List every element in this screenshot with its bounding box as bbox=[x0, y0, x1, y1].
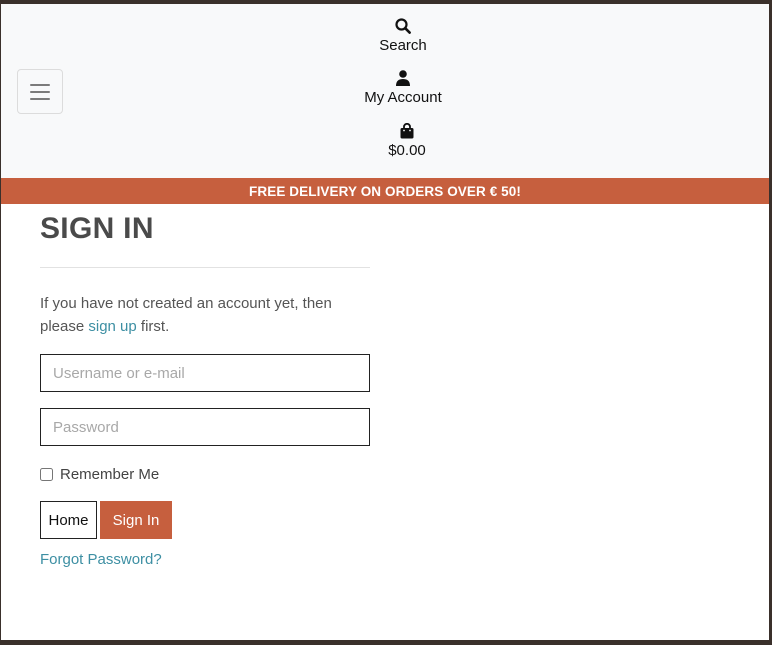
navbar: Search My Account $0.00 bbox=[1, 4, 769, 178]
signin-button[interactable]: Sign In bbox=[100, 501, 172, 539]
remember-me-label: Remember Me bbox=[60, 466, 160, 483]
shopping-bag-icon bbox=[400, 123, 414, 139]
search-icon bbox=[395, 18, 411, 34]
menu-toggle-button[interactable] bbox=[17, 69, 63, 114]
signup-prompt-suffix: first. bbox=[136, 318, 170, 335]
nav-search-link[interactable]: Search bbox=[303, 18, 503, 54]
remember-me-row: Remember Me bbox=[40, 466, 370, 483]
signup-prompt-prefix: If you have not created an account yet, … bbox=[40, 295, 332, 335]
nav-search-label: Search bbox=[379, 37, 427, 54]
page-title: SIGN IN bbox=[40, 212, 154, 245]
form-actions: Home Sign In bbox=[40, 501, 370, 539]
forgot-password-link[interactable]: Forgot Password? bbox=[40, 551, 162, 568]
divider bbox=[40, 267, 370, 268]
user-icon bbox=[396, 70, 410, 86]
nav-account-link[interactable]: My Account bbox=[303, 70, 503, 106]
bag-total: $0.00 bbox=[388, 142, 426, 159]
hamburger-menu-icon-bar bbox=[30, 90, 50, 93]
hamburger-menu-icon-bar bbox=[30, 97, 50, 100]
signin-form: Remember Me Home Sign In Forgot Password… bbox=[40, 354, 370, 569]
delivery-banner: FREE DELIVERY ON ORDERS OVER € 50! bbox=[1, 178, 769, 204]
username-input[interactable] bbox=[40, 354, 370, 392]
signin-section: SIGN IN If you have not created an accou… bbox=[40, 208, 370, 569]
nav-account-label: My Account bbox=[364, 89, 442, 106]
page: Search My Account $0.00 FREE DELIVERY ON… bbox=[1, 4, 769, 640]
hamburger-menu-icon bbox=[30, 83, 50, 86]
signup-link[interactable]: sign up bbox=[88, 318, 136, 335]
nav-bag-link[interactable]: $0.00 bbox=[307, 123, 507, 159]
password-input[interactable] bbox=[40, 408, 370, 446]
signup-prompt: If you have not created an account yet, … bbox=[40, 292, 370, 338]
remember-me-checkbox[interactable] bbox=[40, 468, 53, 481]
home-button[interactable]: Home bbox=[40, 501, 97, 539]
